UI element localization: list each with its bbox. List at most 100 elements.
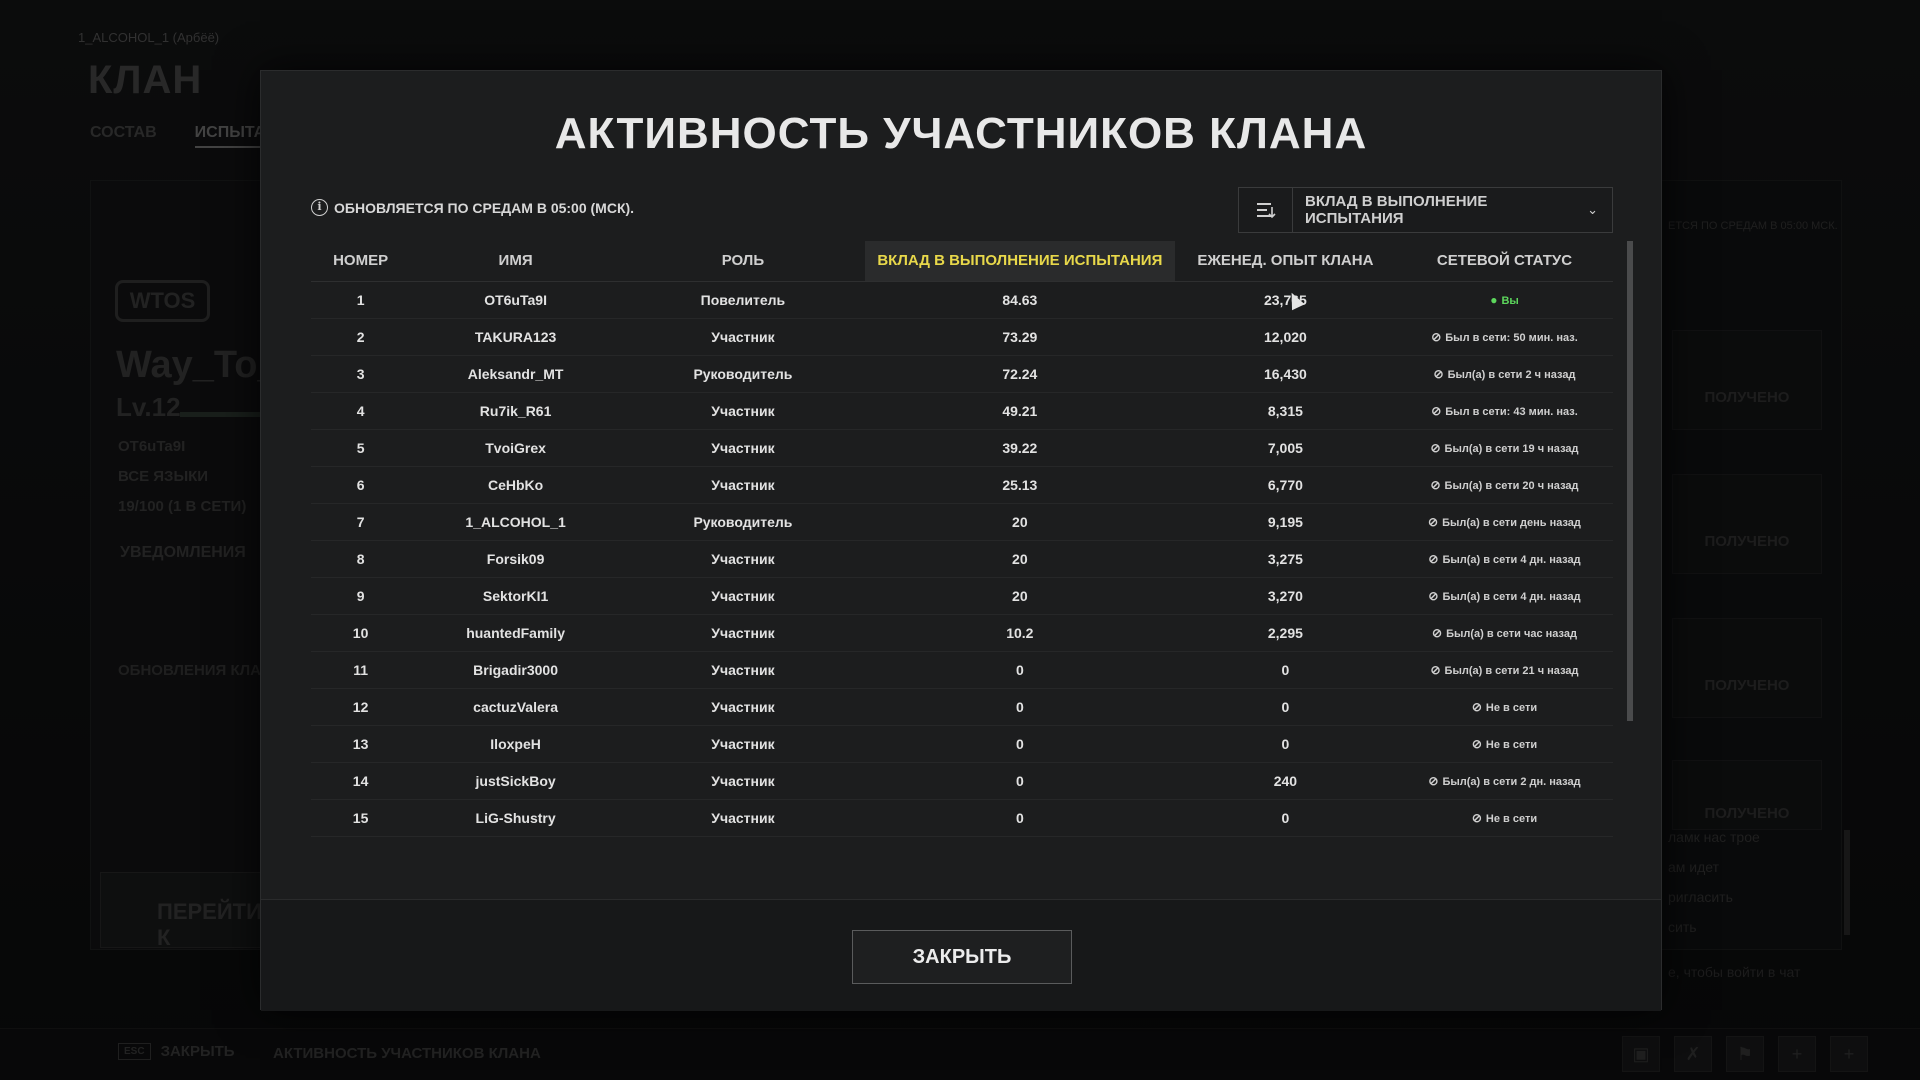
cell-role: Участник — [620, 762, 865, 800]
cell-name: 1_ALCOHOL_1 — [410, 503, 621, 541]
cell-contribution: 10.2 — [864, 614, 1175, 652]
clan-activity-modal: АКТИВНОСТЬ УЧАСТНИКОВ КЛАНА i ОБНОВЛЯЕТС… — [260, 70, 1662, 1011]
cell-status: ⊘ Не в сети — [1395, 725, 1613, 763]
cell-status: ⊘ Был(а) в сети 2 дн. назад — [1395, 762, 1613, 800]
cell-number: 11 — [311, 651, 411, 689]
sort-icon[interactable] — [1239, 188, 1293, 232]
offline-icon: ⊘ — [1430, 662, 1441, 677]
cell-contribution: 0 — [864, 799, 1175, 837]
cell-weekly-xp: 240 — [1174, 762, 1396, 800]
table-row[interactable]: 11 Brigadir3000 Участник 0 0 ⊘ Был(а) в сети 2… — [311, 651, 1613, 689]
cell-role: Участник — [620, 577, 865, 615]
cell-weekly-xp: 7,005 — [1174, 429, 1396, 467]
cell-role: Руководитель — [620, 503, 865, 541]
cell-role: Участник — [620, 799, 865, 837]
table-row[interactable]: 13 IloxpeH Участник 0 0 ⊘ Не в сети — [311, 725, 1613, 763]
table-row[interactable]: 12 cactuzValera Участник 0 0 ⊘ Не в сети — [311, 688, 1613, 726]
status-text: Был(а) в сети 4 дн. назад — [1442, 590, 1581, 603]
cell-name: SektorKI1 — [410, 577, 621, 615]
cell-contribution: 0 — [864, 651, 1175, 689]
cell-number: 13 — [311, 725, 411, 763]
cell-contribution: 84.63 — [864, 281, 1175, 319]
cell-weekly-xp: 16,430 — [1174, 355, 1396, 393]
offline-icon: ⊘ — [1428, 773, 1439, 788]
table-row[interactable]: 4 Ru7ik_R61 Участник 49.21 8,315 ⊘ Был в сети:… — [311, 392, 1613, 430]
table-row[interactable]: 2 TAKURA123 Участник 73.29 12,020 ⊘ Был в сети… — [311, 318, 1613, 356]
cell-status: ⊘ Был(а) в сети день назад — [1395, 503, 1613, 541]
cell-status: ⊘ Был(а) в сети 19 ч назад — [1395, 429, 1613, 467]
info-icon: i — [311, 199, 328, 216]
column-header-status[interactable]: СЕТЕВОЙ СТАТУС — [1395, 241, 1613, 282]
cell-number: 10 — [311, 614, 411, 652]
members-table: НОМЕР ИМЯ РОЛЬ ВКЛАД В ВЫПОЛНЕНИЕ ИСПЫТА… — [311, 241, 1613, 837]
table-row[interactable]: 9 SektorKI1 Участник 20 3,270 ⊘ Был(а) в сети … — [311, 577, 1613, 615]
offline-icon: ⊘ — [1431, 403, 1442, 418]
cell-status: ⊘ Был(а) в сети 4 дн. назад — [1395, 540, 1613, 578]
cell-contribution: 20 — [864, 503, 1175, 541]
status-text: Не в сети — [1485, 738, 1538, 751]
status-text: Был(а) в сети 4 дн. назад — [1442, 553, 1581, 566]
cell-number: 12 — [311, 688, 411, 726]
status-text: Был(а) в сети день назад — [1442, 516, 1581, 529]
cell-name: Ru7ik_R61 — [410, 392, 621, 430]
cell-name: OT6uTa9I — [410, 281, 621, 319]
column-header-role[interactable]: РОЛЬ — [620, 241, 865, 282]
cell-contribution: 0 — [864, 725, 1175, 763]
column-header-weekly-xp[interactable]: ЕЖЕНЕД. ОПЫТ КЛАНА — [1174, 241, 1396, 282]
cell-status: ⊘ Не в сети — [1395, 688, 1613, 726]
online-icon: ● — [1490, 292, 1498, 307]
cell-weekly-xp: 23,765 — [1174, 281, 1396, 319]
cell-number: 7 — [311, 503, 411, 541]
update-note-text: ОБНОВЛЯЕТСЯ ПО СРЕДАМ В 05:00 (МСК). — [334, 199, 635, 216]
cell-status: ⊘ Был в сети: 50 мин. наз. — [1395, 318, 1613, 356]
table-row[interactable]: 7 1_ALCOHOL_1 Руководитель 20 9,195 ⊘ Был(а) в… — [311, 503, 1613, 541]
cell-contribution: 73.29 — [864, 318, 1175, 356]
close-button[interactable]: ЗАКРЫТЬ — [852, 930, 1072, 984]
cell-number: 4 — [311, 392, 411, 430]
cell-weekly-xp: 0 — [1174, 725, 1396, 763]
table-row[interactable]: 8 Forsik09 Участник 20 3,275 ⊘ Был(а) в сети 4… — [311, 540, 1613, 578]
cell-contribution: 72.24 — [864, 355, 1175, 393]
cell-number: 15 — [311, 799, 411, 837]
table-row[interactable]: 10 huantedFamily Участник 10.2 2,295 ⊘ Был(а) … — [311, 614, 1613, 652]
table-row[interactable]: 6 CeHbKo Участник 25.13 6,770 ⊘ Был(а) в сети … — [311, 466, 1613, 504]
table-scrollbar-thumb[interactable] — [1627, 241, 1633, 721]
status-text: Был в сети: 43 мин. наз. — [1445, 405, 1578, 418]
cell-role: Повелитель — [620, 281, 865, 319]
offline-icon: ⊘ — [1428, 588, 1439, 603]
cell-status: ⊘ Был(а) в сети 2 ч назад — [1395, 355, 1613, 393]
status-text: Был(а) в сети 19 ч назад — [1444, 442, 1579, 455]
table-row[interactable]: 15 LiG-Shustry Участник 0 0 ⊘ Не в сети — [311, 799, 1613, 837]
table-row[interactable]: 5 TvoiGrex Участник 39.22 7,005 ⊘ Был(а) в сет… — [311, 429, 1613, 467]
cell-role: Участник — [620, 318, 865, 356]
table-row[interactable]: 1 OT6uTa9I Повелитель 84.63 23,765 ● Вы — [311, 281, 1613, 319]
cell-number: 5 — [311, 429, 411, 467]
cell-number: 2 — [311, 318, 411, 356]
cell-role: Участник — [620, 614, 865, 652]
offline-icon: ⊘ — [1471, 810, 1482, 825]
cell-weekly-xp: 6,770 — [1174, 466, 1396, 504]
cell-number: 14 — [311, 762, 411, 800]
cell-role: Участник — [620, 392, 865, 430]
column-header-name[interactable]: ИМЯ — [410, 241, 621, 282]
cell-name: Forsik09 — [410, 540, 621, 578]
column-header-number[interactable]: НОМЕР — [311, 241, 411, 282]
sort-dropdown[interactable]: ВКЛАД В ВЫПОЛНЕНИЕ ИСПЫТАНИЯ ⌄ — [1238, 187, 1613, 233]
cell-contribution: 49.21 — [864, 392, 1175, 430]
cell-weekly-xp: 0 — [1174, 799, 1396, 837]
cell-contribution: 39.22 — [864, 429, 1175, 467]
cell-name: Brigadir3000 — [410, 651, 621, 689]
cell-number: 3 — [311, 355, 411, 393]
cell-contribution: 0 — [864, 688, 1175, 726]
table-row[interactable]: 14 justSickBoy Участник 0 240 ⊘ Был(а) в сети … — [311, 762, 1613, 800]
cell-weekly-xp: 9,195 — [1174, 503, 1396, 541]
cell-number: 6 — [311, 466, 411, 504]
cell-status: ⊘ Был(а) в сети 4 дн. назад — [1395, 577, 1613, 615]
cell-weekly-xp: 12,020 — [1174, 318, 1396, 356]
offline-icon: ⊘ — [1471, 699, 1482, 714]
table-row[interactable]: 3 Aleksandr_MT Руководитель 72.24 16,430 ⊘ Был… — [311, 355, 1613, 393]
cell-weekly-xp: 3,270 — [1174, 577, 1396, 615]
cell-number: 9 — [311, 577, 411, 615]
column-header-contribution[interactable]: ВКЛАД В ВЫПОЛНЕНИЕ ИСПЫТАНИЯ — [864, 241, 1175, 282]
cell-number: 8 — [311, 540, 411, 578]
